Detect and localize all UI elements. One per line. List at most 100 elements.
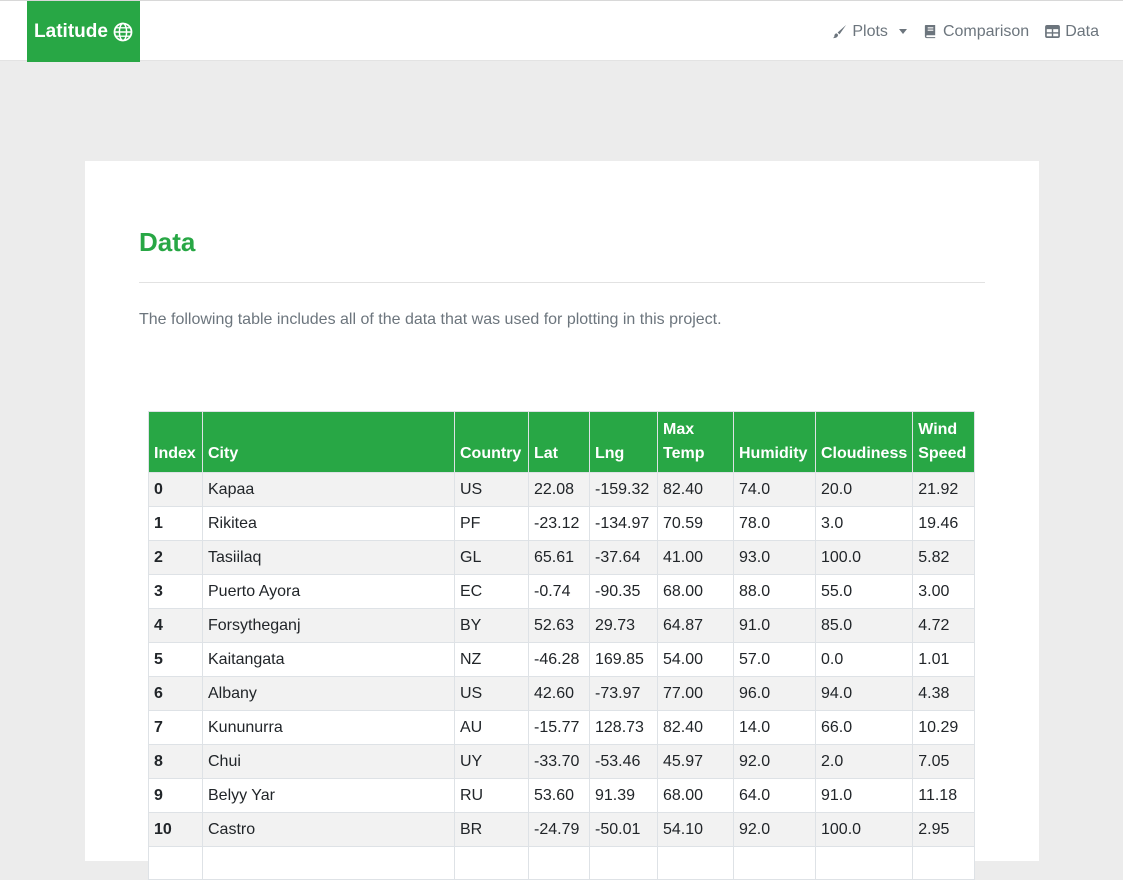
column-header: Country [454,411,529,473]
table-cell: -90.35 [589,574,658,609]
column-header: Humidity [733,411,816,473]
table-cell: -159.32 [589,472,658,507]
table-row: 6 Albany US 42.60 -73.97 77.00 96.0 94.0 4.38 [148,676,976,711]
table-icon [1045,25,1061,38]
table-cell: 94.0 [814,676,914,711]
table-cell: NZ [454,642,529,677]
table-cell: 53.60 [528,778,590,813]
table-cell: 64.87 [657,608,734,643]
table-cell: 64.0 [733,778,816,813]
column-header: Lat [528,411,590,473]
column-header: Max Temp [657,411,734,473]
table-cell: 7 [148,710,203,745]
table-cell: 2.0 [814,744,914,779]
table-cell: 91.0 [733,608,816,643]
table-header-row: Index City Country Lat Lng Max Temp Humidity Clo… [148,411,976,473]
nav-data[interactable]: Data [1045,23,1099,41]
table-cell: Kununurra [202,710,455,745]
table-cell: 65.61 [528,540,590,575]
table-cell: 100.0 [814,812,914,847]
nav-comparison[interactable]: Comparison [923,23,1029,41]
table-cell [912,846,976,880]
table-cell: UY [454,744,529,779]
table-cell: -0.74 [528,574,590,609]
table-cell: 5 [148,642,203,677]
table-cell: 0 [148,472,203,507]
table-cell: 20.0 [814,472,914,507]
table-cell: 2 [148,540,203,575]
table-cell: 1 [148,506,203,541]
table-cell: 29.73 [589,608,658,643]
table-cell: 92.0 [733,812,816,847]
nav-links: Plots Comparison Data [832,1,1099,62]
table-cell: 10 [148,812,203,847]
table-row: 1 Rikitea PF -23.12 -134.97 70.59 78.0 3.0 19.46 [148,506,976,541]
table-cell: 14.0 [733,710,816,745]
table-cell: 19.46 [912,506,976,541]
table-cell: 5.82 [912,540,976,575]
table-cell: Chui [202,744,455,779]
table-cell: 4 [148,608,203,643]
table-cell: 8 [148,744,203,779]
table-cell [148,846,203,880]
table-cell [528,846,590,880]
table-cell: US [454,472,529,507]
divider [139,282,985,283]
paintbrush-icon [833,24,847,39]
table-cell: RU [454,778,529,813]
table-cell: 88.0 [733,574,816,609]
table-cell: Albany [202,676,455,711]
table-row: 7 Kununurra AU -15.77 128.73 82.40 14.0 66.0 10.… [148,710,976,745]
column-header: Index [148,411,203,473]
table-cell: Tasiilaq [202,540,455,575]
column-header: Wind Speed [912,411,976,473]
table-cell: BY [454,608,529,643]
table-cell: AU [454,710,529,745]
table-row: 2 Tasiilaq GL 65.61 -37.64 41.00 93.0 100.0 5.82 [148,540,976,575]
table-body: 0 Kapaa US 22.08 -159.32 82.40 74.0 20.0 21.92 1 R… [148,472,976,880]
nav-plots-dropdown[interactable]: Plots [832,23,907,41]
table-cell: PF [454,506,529,541]
table-cell: 52.63 [528,608,590,643]
caret-down-icon [898,29,907,34]
table-cell [814,846,914,880]
table-cell [657,846,734,880]
content-card: Data The following table includes all of… [85,161,1039,880]
table-cell: 55.0 [814,574,914,609]
table-row: 8 Chui UY -33.70 -53.46 45.97 92.0 2.0 7.05 [148,744,976,779]
table-cell [454,846,529,880]
table-cell: 91.0 [814,778,914,813]
table-row: 4 Forsytheganj BY 52.63 29.73 64.87 91.0 85.0 4.… [148,608,976,643]
table-cell: 3 [148,574,203,609]
table-cell: 4.72 [912,608,976,643]
table-cell: -50.01 [589,812,658,847]
table-cell: -46.28 [528,642,590,677]
table-cell: 42.60 [528,676,590,711]
table-cell: Puerto Ayora [202,574,455,609]
data-table: Index City Country Lat Lng Max Temp Humidity Clo… [148,411,976,880]
table-cell: Belyy Yar [202,778,455,813]
table-cell: 22.08 [528,472,590,507]
table-cell: 100.0 [814,540,914,575]
table-cell: 82.40 [657,472,734,507]
table-cell: 93.0 [733,540,816,575]
table-cell: 2.95 [912,812,976,847]
table-cell: 96.0 [733,676,816,711]
table-cell: -23.12 [528,506,590,541]
table-cell: 78.0 [733,506,816,541]
table-cell: -73.97 [589,676,658,711]
table-cell: 128.73 [589,710,658,745]
brand-label: Latitude [34,20,108,42]
table-row [148,846,976,880]
page-title: Data [139,227,196,257]
brand-link[interactable]: Latitude [27,1,140,62]
table-row: 10 Castro BR -24.79 -50.01 54.10 92.0 100.0 2.95 [148,812,976,847]
table-cell: 57.0 [733,642,816,677]
table-row: 5 Kaitangata NZ -46.28 169.85 54.00 57.0 0.0 1.0… [148,642,976,677]
table-cell: 3.0 [814,506,914,541]
table-cell: 0.0 [814,642,914,677]
table-cell: 21.92 [912,472,976,507]
table-cell: 45.97 [657,744,734,779]
table-row: 3 Puerto Ayora EC -0.74 -90.35 68.00 88.0 55.0 3… [148,574,976,609]
table-cell: 10.29 [912,710,976,745]
